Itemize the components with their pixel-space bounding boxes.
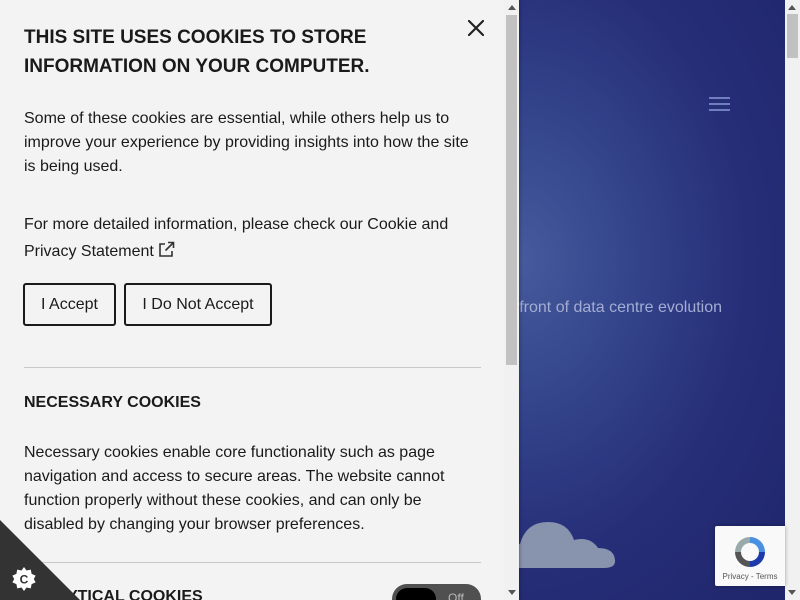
section-divider [24, 562, 481, 563]
analytical-cookies-toggle[interactable]: Off [392, 584, 481, 600]
hero-subtitle: refront of data centre evolution [505, 299, 723, 316]
toggle-state-label: Off [448, 591, 464, 600]
accept-cookies-button[interactable]: I Accept [23, 283, 116, 326]
recaptcha-icon [735, 537, 765, 567]
hamburger-menu-icon[interactable] [709, 96, 731, 112]
toggle-knob [396, 588, 436, 600]
scroll-down-arrow-icon[interactable] [788, 590, 796, 595]
cookie-consent-panel: THIS SITE USES COOKIES TO STORE INFORMAT… [0, 0, 519, 600]
recaptcha-badge[interactable]: Privacy - Terms [715, 526, 785, 586]
scroll-down-arrow-icon[interactable] [508, 590, 516, 595]
cookie-statement-link[interactable]: For more detailed information, please ch… [24, 216, 448, 260]
scroll-up-arrow-icon[interactable] [788, 5, 796, 10]
svg-text:C: C [20, 573, 29, 587]
cookie-more-info: For more detailed information, please ch… [24, 211, 479, 265]
external-link-icon[interactable] [158, 241, 175, 258]
page-scroll-thumb[interactable] [787, 14, 798, 58]
recaptcha-links[interactable]: Privacy - Terms [715, 572, 785, 581]
necessary-cookies-text: Necessary cookies enable core functional… [24, 444, 445, 533]
panel-scrollbar[interactable] [504, 0, 519, 600]
reject-cookies-button[interactable]: I Do Not Accept [124, 283, 272, 326]
necessary-cookies-title: NECESSARY COOKIES [24, 394, 201, 411]
cookie-control-icon[interactable]: C [11, 566, 37, 592]
section-divider [24, 367, 481, 368]
page-scrollbar[interactable] [785, 0, 800, 600]
panel-scroll-thumb[interactable] [506, 15, 517, 365]
scroll-up-arrow-icon[interactable] [508, 5, 516, 10]
cookie-intro-text: Some of these cookies are essential, whi… [24, 110, 469, 175]
cookie-heading: THIS SITE USES COOKIES TO STORE INFORMAT… [24, 27, 370, 77]
close-icon[interactable] [466, 18, 486, 38]
